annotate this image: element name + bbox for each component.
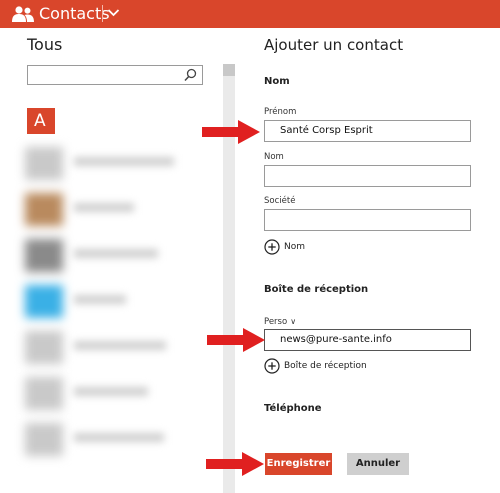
company-label: Société	[264, 196, 296, 206]
contact-name-blurred	[74, 249, 158, 258]
contact-name-blurred	[74, 203, 134, 212]
form-title: Ajouter un contact	[264, 36, 404, 54]
contact-list-item[interactable]	[18, 324, 208, 370]
add-circle-icon	[264, 358, 280, 374]
contact-name-blurred	[74, 295, 126, 304]
avatar	[25, 423, 63, 456]
inbox-section-heading: Boîte de réception	[264, 284, 369, 295]
annotation-arrow-icon	[207, 328, 265, 352]
phone-section-heading: Téléphone	[264, 403, 322, 414]
contact-list	[18, 140, 208, 462]
contact-list-item[interactable]	[18, 140, 208, 186]
contact-name-blurred	[74, 341, 166, 350]
contact-list-item[interactable]	[18, 278, 208, 324]
avatar	[25, 193, 63, 226]
contacts-pane-title: Tous	[27, 35, 63, 54]
save-button[interactable]: Enregistrer	[265, 453, 332, 475]
first-name-field[interactable]: Santé Corsp Esprit	[264, 120, 471, 142]
add-name-label: Nom	[284, 242, 306, 252]
contact-list-item[interactable]	[18, 370, 208, 416]
last-name-field[interactable]	[264, 165, 471, 187]
app-header: Contacts	[0, 0, 500, 28]
search-input[interactable]	[27, 65, 203, 85]
contact-name-blurred	[74, 157, 174, 166]
avatar	[25, 331, 63, 364]
chevron-down-icon: ∨	[290, 317, 297, 326]
avatar	[25, 147, 63, 180]
app-title: Contacts	[39, 4, 110, 23]
scrollbar-thumb[interactable]	[223, 64, 235, 76]
email-type-label: Perso	[264, 317, 288, 327]
first-name-label: Prénom	[264, 107, 297, 117]
contact-list-item[interactable]	[18, 416, 208, 462]
contact-name-blurred	[74, 387, 148, 396]
avatar	[25, 377, 63, 410]
email-type-dropdown[interactable]: Perso ∨	[264, 316, 296, 328]
email-field[interactable]: news@pure-sante.info	[264, 329, 471, 351]
add-inbox-label: Boîte de réception	[284, 361, 367, 371]
contact-list-item[interactable]	[18, 186, 208, 232]
annotation-arrow-icon	[206, 452, 264, 476]
add-circle-icon	[264, 239, 280, 255]
avatar	[25, 239, 63, 272]
search-icon[interactable]	[184, 68, 197, 82]
avatar	[25, 285, 63, 318]
people-icon	[12, 6, 34, 22]
chevron-down-icon[interactable]	[107, 6, 120, 19]
contact-name-blurred	[74, 433, 164, 442]
last-name-label: Nom	[264, 152, 284, 162]
contact-list-item[interactable]	[18, 232, 208, 278]
phone-type-label-partial	[264, 434, 304, 440]
group-letter-tile[interactable]: A	[27, 108, 55, 134]
annotation-arrow-icon	[202, 120, 260, 144]
name-section-heading: Nom	[264, 76, 290, 87]
header-divider	[102, 5, 103, 22]
company-field[interactable]	[264, 209, 471, 231]
cancel-button[interactable]: Annuler	[347, 453, 409, 475]
